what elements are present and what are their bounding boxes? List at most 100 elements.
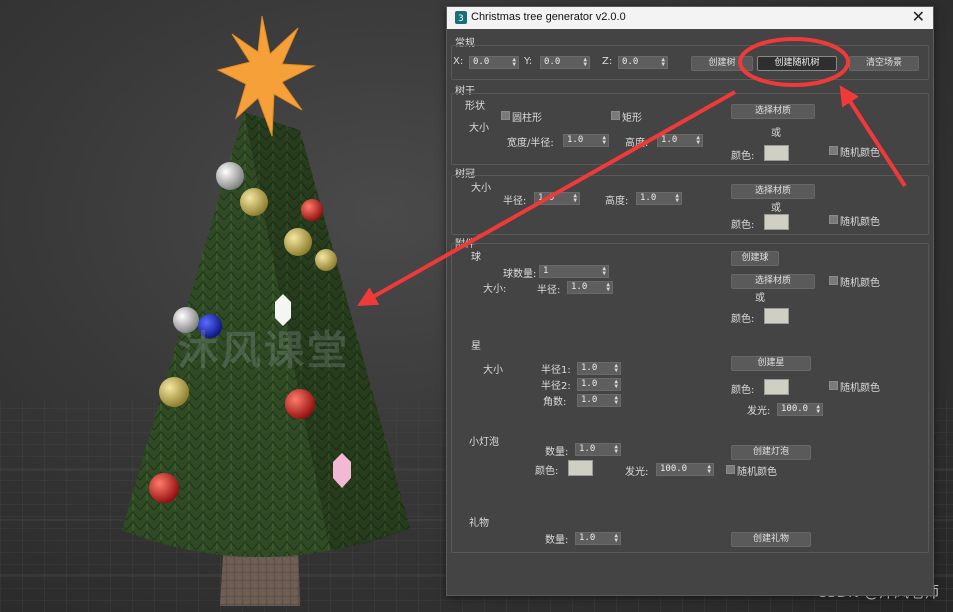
bulb-color-swatch[interactable]	[568, 460, 593, 476]
star-radius2-spinner[interactable]: 1.0 ▲ ▼	[577, 378, 621, 391]
bulb-glow-value: 100.0	[660, 464, 688, 474]
trunk-or-label: 或	[771, 128, 781, 139]
bulb-random-color-checkbox[interactable]	[726, 465, 735, 474]
star-glow-spinner[interactable]: 100.0 ▲ ▼	[777, 403, 823, 416]
dialog-titlebar[interactable]: 3 Christmas tree generator v2.0.0 ✕	[447, 7, 933, 29]
x-value: 0.0	[473, 57, 490, 67]
trunk-size-label: 大小	[469, 123, 489, 134]
star-radius2-label: 半径2:	[541, 381, 571, 392]
crown-radius-value: 1.0	[538, 193, 555, 203]
ball-radius-spinner[interactable]: 1.0 ▲ ▼	[567, 281, 613, 294]
ball-size-label: 大小:	[483, 284, 507, 295]
spinner-arrows-icon[interactable]: ▲ ▼	[614, 533, 618, 544]
spinner-arrows-icon[interactable]: ▲ ▼	[661, 57, 665, 68]
trunk-color-swatch[interactable]	[764, 145, 789, 161]
z-label: Z:	[602, 56, 613, 67]
crown-radius-spinner[interactable]: 1.0 ▲ ▼	[534, 192, 580, 205]
rectangle-checkbox[interactable]	[611, 111, 620, 120]
ornament-silver	[216, 162, 244, 190]
crown-height-label: 高度:	[605, 196, 629, 207]
spinner-arrows-icon[interactable]: ▲ ▼	[602, 135, 606, 146]
bulb-color-label: 颜色:	[535, 466, 559, 477]
cylinder-checkbox[interactable]	[501, 111, 510, 120]
spinner-arrows-icon[interactable]: ▲ ▼	[675, 193, 679, 204]
watermark: 沐风课堂	[178, 328, 350, 374]
star-glow-value: 100.0	[781, 404, 809, 414]
trunk-select-material-button[interactable]: 选择材质	[731, 104, 815, 119]
bulb-glow-spinner[interactable]: 100.0 ▲ ▼	[656, 463, 714, 476]
ball-color-swatch[interactable]	[764, 308, 789, 324]
crown-color-swatch[interactable]	[764, 214, 789, 230]
star-color-label: 颜色:	[731, 385, 755, 396]
spinner-arrows-icon[interactable]: ▲ ▼	[602, 266, 606, 277]
bulb-count-value: 1.0	[579, 444, 596, 454]
star-size-label: 大小	[483, 365, 503, 376]
trunk-shape-label: 形状	[465, 101, 485, 112]
spinner-arrows-icon[interactable]: ▲ ▼	[696, 135, 700, 146]
spinner-arrows-icon[interactable]: ▲ ▼	[707, 464, 711, 475]
ball-label: 球	[471, 252, 481, 263]
clear-scene-button[interactable]: 清空场景	[849, 56, 919, 71]
x-label: X:	[453, 56, 464, 67]
z-spinner[interactable]: 0.0 ▲ ▼	[618, 56, 668, 69]
close-icon[interactable]: ✕	[912, 8, 925, 26]
create-ball-button[interactable]: 创建球	[731, 251, 779, 266]
ball-random-color-label: 随机颜色	[840, 278, 880, 289]
spinner-arrows-icon[interactable]: ▲ ▼	[614, 444, 618, 455]
star-color-swatch[interactable]	[764, 379, 789, 395]
ornament-gold	[240, 188, 268, 216]
trunk-width-value: 1.0	[567, 135, 584, 145]
star-random-color-checkbox[interactable]	[829, 381, 838, 390]
gift-count-label: 数量:	[545, 535, 569, 546]
ball-random-color-checkbox[interactable]	[829, 276, 838, 285]
spinner-arrows-icon[interactable]: ▲ ▼	[816, 404, 820, 415]
ball-radius-value: 1.0	[571, 282, 588, 292]
spinner-arrows-icon[interactable]: ▲ ▼	[614, 363, 618, 374]
spinner-arrows-icon[interactable]: ▲ ▼	[573, 193, 577, 204]
app-icon: 3	[455, 11, 467, 24]
ball-count-value: 1	[543, 266, 549, 276]
bulb-count-spinner[interactable]: 1.0 ▲ ▼	[575, 443, 621, 456]
y-spinner[interactable]: 0.0 ▲ ▼	[540, 56, 590, 69]
trunk-height-label: 高度:	[625, 138, 649, 149]
star-points-value: 1.0	[581, 395, 598, 405]
spinner-arrows-icon[interactable]: ▲ ▼	[606, 282, 610, 293]
star-random-color-label: 随机颜色	[840, 383, 880, 394]
gift-count-spinner[interactable]: 1.0 ▲ ▼	[575, 532, 621, 545]
bulb-random-color-label: 随机颜色	[737, 467, 777, 478]
gift-count-value: 1.0	[579, 533, 596, 543]
spinner-arrows-icon[interactable]: ▲ ▼	[614, 379, 618, 390]
create-tree-button[interactable]: 创建树	[691, 56, 753, 71]
create-star-button[interactable]: 创建星	[731, 356, 811, 371]
crown-select-material-button[interactable]: 选择材质	[731, 184, 815, 199]
star-glow-label: 发光:	[747, 406, 771, 417]
trunk-random-color-label: 随机颜色	[840, 148, 880, 159]
star-radius2-value: 1.0	[581, 379, 598, 389]
spinner-arrows-icon[interactable]: ▲ ▼	[512, 57, 516, 68]
create-random-tree-button[interactable]: 创建随机树	[757, 56, 837, 71]
x-spinner[interactable]: 0.0 ▲ ▼	[469, 56, 519, 69]
star-points-spinner[interactable]: 1.0 ▲ ▼	[577, 394, 621, 407]
spinner-arrows-icon[interactable]: ▲ ▼	[583, 57, 587, 68]
ornament-red	[301, 199, 323, 221]
cylinder-label: 圆柱形	[512, 113, 542, 124]
spinner-arrows-icon[interactable]: ▲ ▼	[614, 395, 618, 406]
ball-or-label: 或	[755, 293, 765, 304]
crown-height-value: 1.0	[640, 193, 657, 203]
crown-size-label: 大小	[471, 183, 491, 194]
crown-random-color-checkbox[interactable]	[829, 215, 838, 224]
trunk-random-color-checkbox[interactable]	[829, 146, 838, 155]
crown-height-spinner[interactable]: 1.0 ▲ ▼	[636, 192, 682, 205]
trunk-width-spinner[interactable]: 1.0 ▲ ▼	[563, 134, 609, 147]
create-gift-button[interactable]: 创建礼物	[731, 532, 811, 547]
star-radius1-spinner[interactable]: 1.0 ▲ ▼	[577, 362, 621, 375]
ball-select-material-button[interactable]: 选择材质	[731, 274, 815, 289]
trunk-height-value: 1.0	[661, 135, 678, 145]
bulb-glow-label: 发光:	[625, 467, 649, 478]
ball-count-spinner[interactable]: 1 ▲ ▼	[539, 265, 609, 278]
tree-top-star	[216, 15, 316, 137]
create-bulb-button[interactable]: 创建灯泡	[731, 445, 811, 460]
trunk-height-spinner[interactable]: 1.0 ▲ ▼	[657, 134, 703, 147]
trunk-color-label: 颜色:	[731, 151, 755, 162]
bulb-count-label: 数量:	[545, 447, 569, 458]
